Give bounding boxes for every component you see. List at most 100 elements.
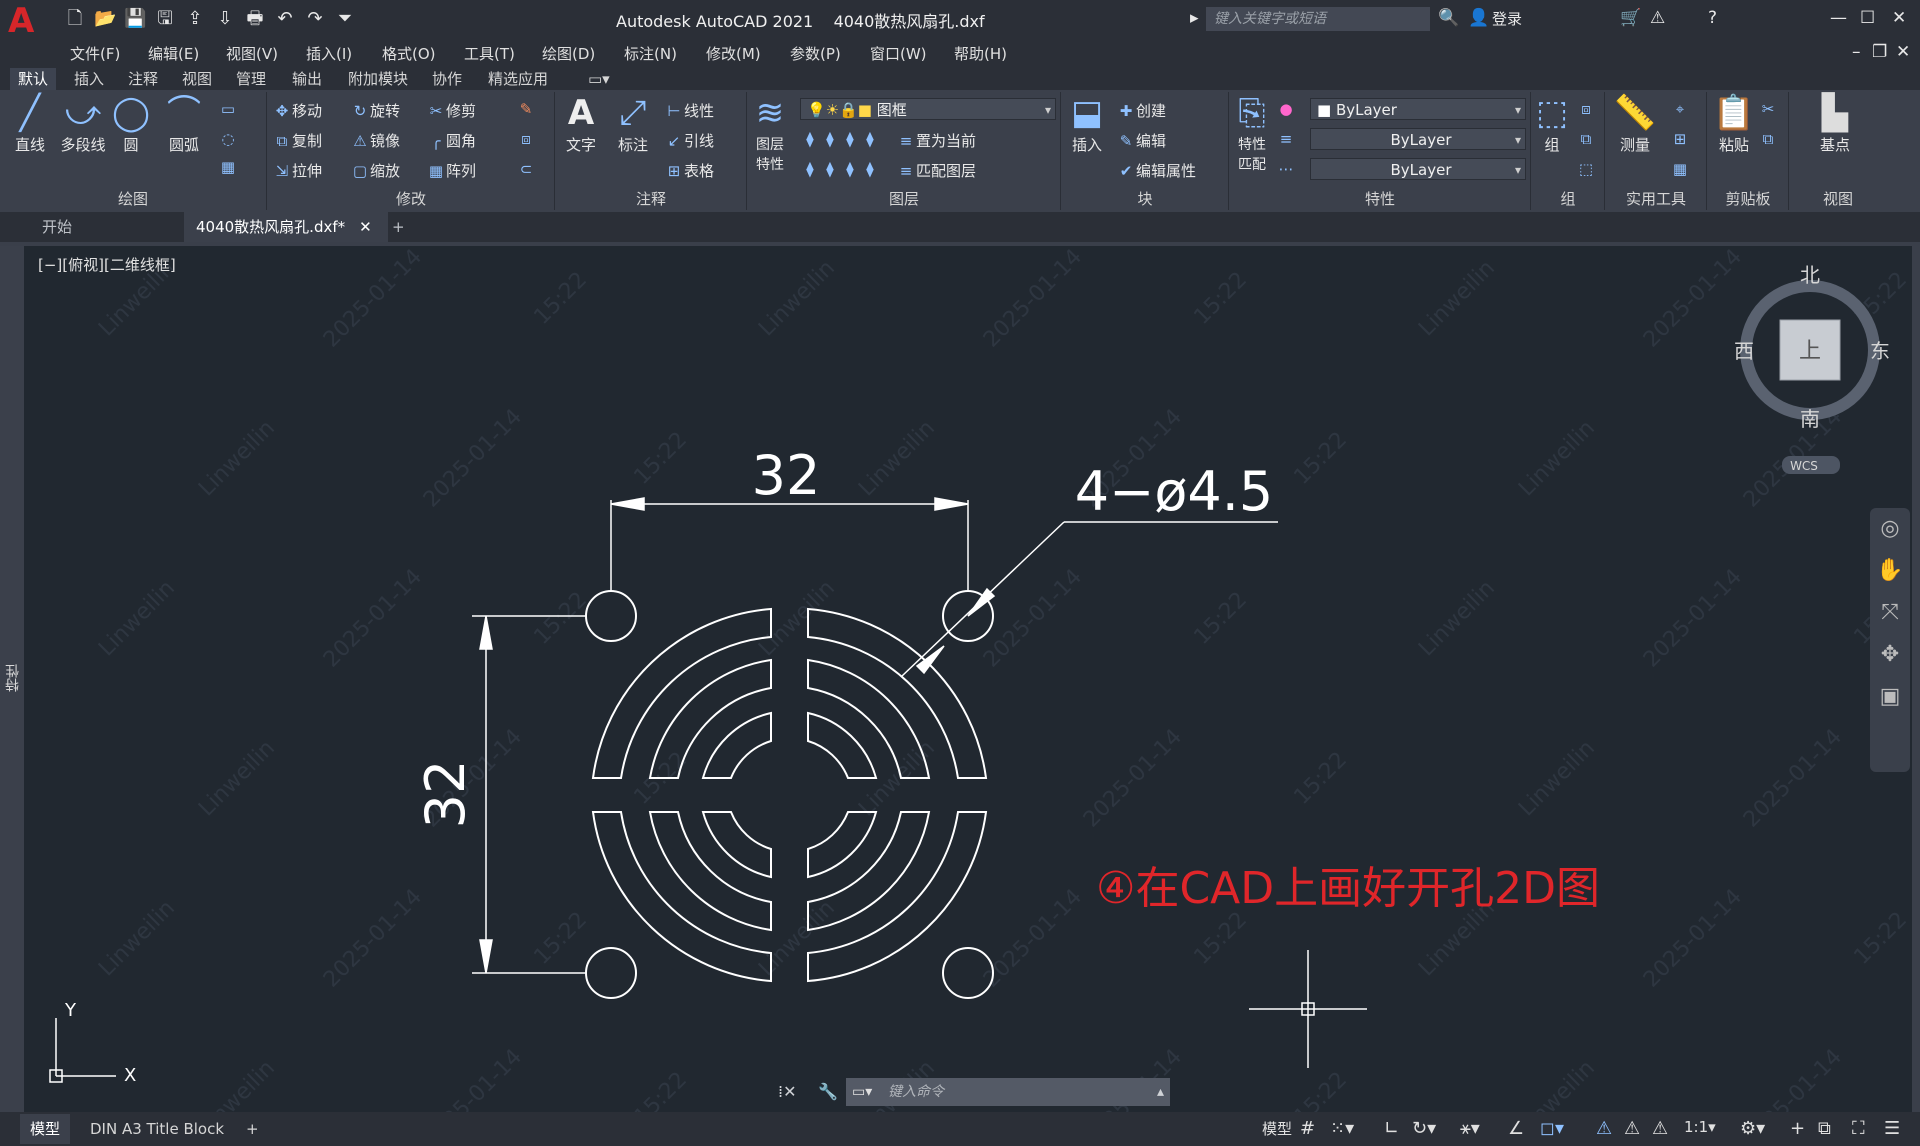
linear-button[interactable]: ⊢ 线性 <box>664 100 714 121</box>
web-save-icon[interactable]: ⇩ <box>214 8 236 30</box>
minimize-icon[interactable]: — <box>1830 8 1847 28</box>
panel-properties-title[interactable]: 特性 <box>1230 188 1530 210</box>
units-icon[interactable]: ⧉ <box>1818 1118 1831 1139</box>
annotation-scale-icon[interactable]: ⚠ <box>1652 1118 1668 1139</box>
isodraft-icon[interactable]: ⚹▾ <box>1460 1118 1480 1139</box>
panel-layers-title[interactable]: 图层 <box>748 188 1060 210</box>
rotate-button[interactable]: ↻ 旋转 <box>350 100 400 121</box>
quick-select-icon[interactable]: ⊞ <box>1670 130 1690 148</box>
user-icon[interactable]: 👤 <box>1468 8 1489 28</box>
edit-block-button[interactable]: ✎ 编辑 <box>1116 130 1166 151</box>
lineweight-icon[interactable]: ≡ <box>1276 130 1296 148</box>
leader-button[interactable]: ↙ 引线 <box>664 130 714 151</box>
undo-icon[interactable]: ↶ <box>274 8 296 30</box>
command-history-icon[interactable]: ▭▾ <box>852 1078 872 1106</box>
tab-layout-a3[interactable]: DIN A3 Title Block <box>80 1114 234 1144</box>
tab-manage[interactable]: 管理 <box>228 68 274 90</box>
web-open-icon[interactable]: ⇪ <box>184 8 206 30</box>
tab-output[interactable]: 输出 <box>284 68 330 90</box>
explode-icon[interactable]: ⧈ <box>516 130 536 148</box>
showmotion-icon[interactable]: ▣ <box>1870 676 1910 718</box>
tab-start[interactable]: 开始 <box>30 212 204 242</box>
fillet-button[interactable]: ╭ 圆角 <box>426 130 476 151</box>
panel-annotation-title[interactable]: 注释 <box>556 188 746 210</box>
command-customize-icon[interactable]: 🔧 <box>818 1082 838 1101</box>
menu-dimension[interactable]: 标注(N) <box>624 43 677 64</box>
base-view-button[interactable]: ▙ 基点 <box>1810 92 1860 155</box>
copy-clip-icon[interactable]: ⧉ <box>1758 130 1778 148</box>
command-input[interactable]: ▭▾ 键入命令 ▴ <box>846 1078 1170 1106</box>
orbit-icon[interactable]: ✥ <box>1870 634 1910 676</box>
doc-close-icon[interactable]: ✕ <box>1896 42 1910 62</box>
panel-utilities-title[interactable]: 实用工具 <box>1606 188 1706 210</box>
customize-qa-icon[interactable]: ⏷ <box>334 8 356 30</box>
properties-side-strip[interactable]: 特性 <box>0 246 24 1112</box>
rectangle-icon[interactable]: ▭ <box>218 100 238 118</box>
panel-clipboard-title[interactable]: 剪贴板 <box>1708 188 1788 210</box>
save-as-icon[interactable]: 🖫 <box>154 8 176 30</box>
clean-screen-icon[interactable]: ⛶ <box>1852 1118 1865 1139</box>
navigation-bar[interactable]: ◎ ✋ ⤧ ✥ ▣ <box>1870 508 1910 772</box>
scale-button[interactable]: ▢ 缩放 <box>350 160 400 181</box>
layer-tools-row2[interactable]: ⧫ ⧫ ⧫ ⧫ <box>800 160 880 178</box>
add-layout-icon[interactable]: + <box>236 1114 269 1144</box>
menu-insert[interactable]: 插入(I) <box>306 43 352 64</box>
auto-scale-icon[interactable]: ⚠ <box>1624 1118 1640 1139</box>
color-dropdown[interactable]: ■ ByLayer <box>1310 98 1526 121</box>
model-space-toggle[interactable]: 模型 <box>1262 1118 1292 1139</box>
doc-minimize-icon[interactable]: – <box>1852 42 1861 62</box>
move-button[interactable]: ✥ 移动 <box>272 100 322 121</box>
insert-block-button[interactable]: ⬓ 插入 <box>1064 92 1110 155</box>
menu-edit[interactable]: 编辑(E) <box>148 43 199 64</box>
tab-default[interactable]: 默认 <box>10 68 57 90</box>
table-button[interactable]: ⊞ 表格 <box>664 160 714 181</box>
line-button[interactable]: ╱ 直线 <box>6 92 54 155</box>
menu-parametric[interactable]: 参数(P) <box>790 43 841 64</box>
panel-block-title[interactable]: 块 <box>1062 188 1228 210</box>
pan-icon[interactable]: ✋ <box>1870 550 1910 592</box>
set-current-button[interactable]: ≡ 置为当前 <box>896 130 976 151</box>
panel-draw-title[interactable]: 绘图 <box>0 188 266 210</box>
trim-button[interactable]: ✂ 修剪 <box>426 100 476 121</box>
edit-attributes-button[interactable]: ✔ 编辑属性 <box>1116 160 1196 181</box>
close-tab-icon[interactable]: ✕ <box>359 218 372 236</box>
mirror-button[interactable]: ⚠ 镜像 <box>350 130 400 151</box>
autocad-logo-icon[interactable]: A <box>8 4 42 38</box>
layer-dropdown[interactable]: 💡☀🔒■ 图框 <box>800 98 1056 121</box>
hatch-icon[interactable]: ◌ <box>218 130 238 148</box>
menu-tools[interactable]: 工具(T) <box>464 43 515 64</box>
menu-modify[interactable]: 修改(M) <box>706 43 761 64</box>
close-icon[interactable]: ✕ <box>1892 8 1906 28</box>
save-icon[interactable]: 💾 <box>124 8 146 30</box>
command-expand-icon[interactable]: ▴ <box>1157 1078 1164 1106</box>
group-edit-icon[interactable]: ⧉ <box>1576 130 1596 148</box>
new-tab-icon[interactable]: + <box>380 212 417 242</box>
panel-view-title[interactable]: 视图 <box>1790 188 1886 210</box>
array-button[interactable]: ▦ 阵列 <box>426 160 476 181</box>
tab-collaborate[interactable]: 协作 <box>424 68 470 90</box>
open-file-icon[interactable]: 📂 <box>94 8 116 30</box>
redo-icon[interactable]: ↷ <box>304 8 326 30</box>
group-select-icon[interactable]: ⬚ <box>1576 160 1596 178</box>
create-block-button[interactable]: ✚ 创建 <box>1116 100 1166 121</box>
panel-modify-title[interactable]: 修改 <box>268 188 554 210</box>
polar-icon[interactable]: ↻▾ <box>1412 1118 1436 1139</box>
cart-icon[interactable]: 🛒 <box>1620 8 1641 28</box>
autodesk-account-icon[interactable]: ⚠ <box>1650 8 1665 28</box>
zoom-extents-icon[interactable]: ⤧ <box>1870 592 1910 634</box>
match-layer-button[interactable]: ≡ 匹配图层 <box>896 160 976 181</box>
menu-view[interactable]: 视图(V) <box>226 43 278 64</box>
help-icon[interactable]: ? <box>1708 8 1717 28</box>
doc-restore-icon[interactable]: ❐ <box>1872 42 1887 62</box>
linetype-icon[interactable]: ⋯ <box>1276 160 1296 178</box>
search-expand-icon[interactable]: ▸ <box>1190 8 1199 28</box>
menu-help[interactable]: 帮助(H) <box>954 43 1007 64</box>
cut-icon[interactable]: ✂ <box>1758 100 1778 118</box>
menu-window[interactable]: 窗口(W) <box>870 43 927 64</box>
text-button[interactable]: A 文字 <box>556 92 606 155</box>
workspace-gear-icon[interactable]: ⚙▾ <box>1740 1118 1765 1139</box>
tab-view[interactable]: 视图 <box>174 68 220 90</box>
snap-icon[interactable]: ⁙▾ <box>1330 1118 1354 1139</box>
tab-insert[interactable]: 插入 <box>66 68 112 90</box>
tab-addins[interactable]: 附加模块 <box>340 68 416 90</box>
